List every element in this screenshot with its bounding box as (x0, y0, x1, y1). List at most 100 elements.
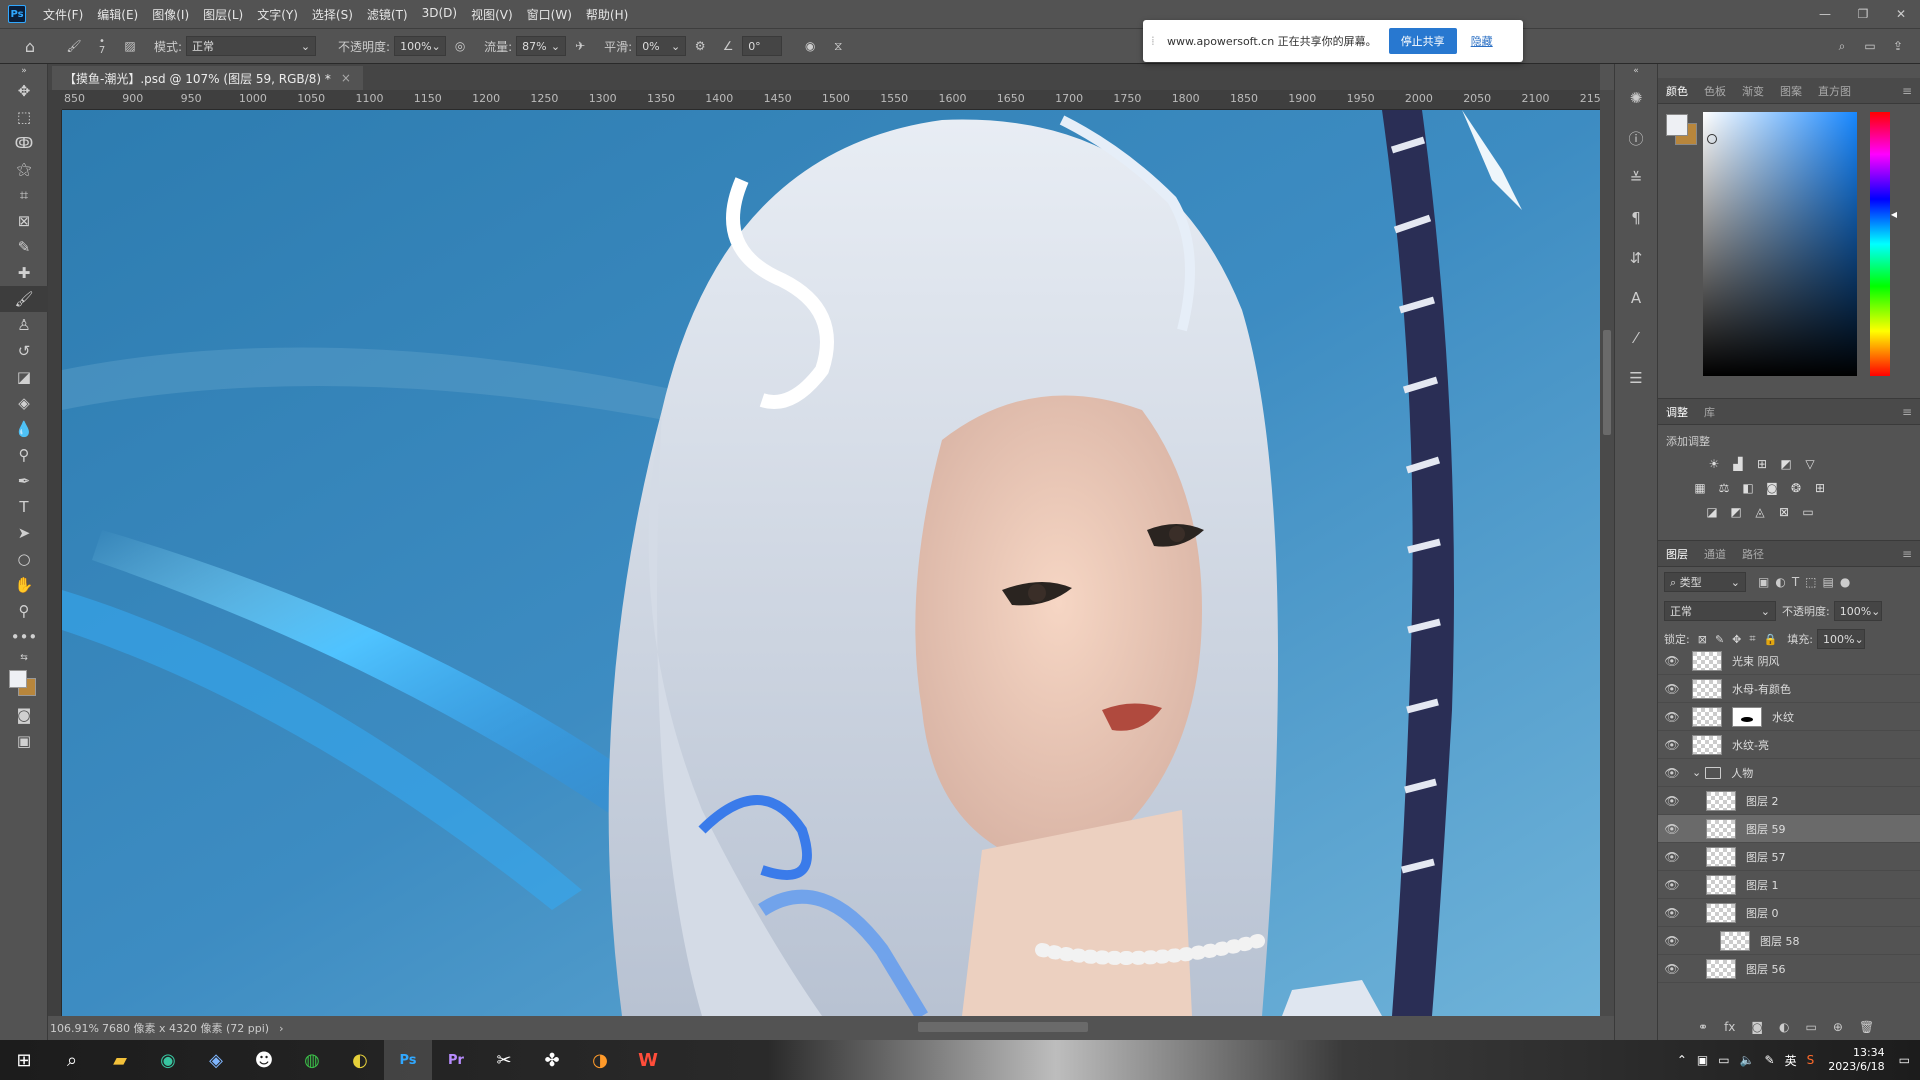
horizontal-scroll-thumb[interactable] (918, 1022, 1088, 1032)
close-icon[interactable]: ✕ (1882, 0, 1920, 28)
visibility-eye-icon[interactable]: 👁 (1658, 766, 1686, 780)
adjustment-sliders-icon[interactable]: ☰ (1615, 358, 1657, 398)
visibility-eye-icon[interactable]: 👁 (1658, 962, 1686, 976)
ellipse-tool-icon[interactable]: ○ (0, 546, 48, 572)
layer-row[interactable]: 👁screenshot_8 (1658, 983, 1920, 987)
layer-row[interactable]: 👁 图层 1 (1658, 871, 1920, 899)
panel-tab[interactable]: 路径 (1734, 546, 1772, 562)
info-icon[interactable]: ⓘ (1615, 118, 1657, 158)
document-tab[interactable]: 【摸鱼-潮光】.psd @ 107% (图层 59, RGB/8) * × (52, 66, 363, 90)
type-tool-icon[interactable]: T (0, 494, 48, 520)
opacity-field[interactable]: 100% ⌄ (394, 36, 447, 56)
gear-icon[interactable]: ⚙ (690, 36, 710, 56)
color-picker-field[interactable] (1703, 112, 1857, 376)
app-icon[interactable]: ◈ (192, 1040, 240, 1080)
layer-row[interactable]: 👁 图层 56 (1658, 955, 1920, 983)
lock-position-icon[interactable]: ✥ (1732, 633, 1741, 646)
panel-menu-icon[interactable]: ≡ (1902, 84, 1912, 98)
input-language[interactable]: 英 (1785, 1052, 1797, 1069)
photoshop-icon[interactable]: Ps (384, 1040, 432, 1080)
wps-icon[interactable]: W (624, 1040, 672, 1080)
notification-icon[interactable]: ▭ (1899, 1053, 1910, 1067)
search-icon[interactable]: ⌕ (48, 1040, 96, 1080)
filter-toggle-icon[interactable]: ● (1840, 575, 1850, 589)
edge-icon[interactable]: ◉ (144, 1040, 192, 1080)
layer-style-icon[interactable]: fx (1724, 1020, 1735, 1034)
hue-saturation-icon[interactable]: ▦ (1688, 479, 1712, 497)
premiere-icon[interactable]: Pr (432, 1040, 480, 1080)
search-icon[interactable]: ⌕ (1832, 36, 1852, 56)
history-brush-tool-icon[interactable]: ↺ (0, 338, 48, 364)
add-mask-icon[interactable]: ◙ (1751, 1020, 1763, 1034)
app3-icon[interactable]: ✤ (528, 1040, 576, 1080)
new-group-icon[interactable]: ▭ (1806, 1020, 1817, 1034)
levels-icon[interactable]: ▟ (1726, 455, 1750, 473)
clock[interactable]: 13:34 2023/6/18 (1828, 1046, 1884, 1074)
menu-item[interactable]: 滤镜(T) (360, 6, 415, 23)
layer-row[interactable]: 👁 水母-有颜色 (1658, 675, 1920, 703)
shape-filter-icon[interactable]: ⬚ (1805, 575, 1816, 589)
delete-layer-icon[interactable]: 🗑 (1859, 1020, 1874, 1034)
visibility-eye-icon[interactable]: 👁 (1658, 738, 1686, 752)
glyphs-icon[interactable]: ⇵ (1615, 238, 1657, 278)
panel-tab[interactable]: 图案 (1772, 83, 1810, 99)
brush-size-picker[interactable]: • 7 (92, 36, 112, 56)
document-info[interactable]: 7680 像素 x 4320 像素 (72 ppi) (102, 1020, 269, 1036)
layer-thumbnail[interactable] (1706, 846, 1736, 867)
qq-icon[interactable]: ☻ (240, 1040, 288, 1080)
properties-icon[interactable]: ≚ (1615, 158, 1657, 198)
layer-row[interactable]: 👁 图层 58 (1658, 927, 1920, 955)
hide-share-link[interactable]: 隐藏 (1471, 33, 1493, 49)
panel-tab[interactable]: 直方图 (1810, 83, 1859, 99)
link-layers-icon[interactable]: ⚭ (1698, 1020, 1708, 1034)
menu-item[interactable]: 窗口(W) (520, 6, 579, 23)
panel-tab[interactable]: 通道 (1696, 546, 1734, 562)
visibility-eye-icon[interactable]: 👁 (1658, 850, 1686, 864)
layer-thumbnail[interactable] (1692, 706, 1722, 727)
navigator-icon[interactable]: ✺ (1615, 78, 1657, 118)
symmetry-icon[interactable]: ⧖ (828, 36, 848, 56)
panel-tab[interactable]: 库 (1696, 404, 1723, 420)
visibility-eye-icon[interactable]: 👁 (1658, 878, 1686, 892)
curves-icon[interactable]: ⊞ (1750, 455, 1774, 473)
swap-colors-icon[interactable]: ⇆ (0, 650, 48, 666)
hue-slider[interactable]: ◀ (1870, 112, 1897, 376)
exposure-icon[interactable]: ◩ (1774, 455, 1798, 473)
vibrance-icon[interactable]: ▽ (1798, 455, 1822, 473)
lock-transparency-icon[interactable]: ⊠ (1698, 633, 1707, 646)
paint-bucket-tool-icon[interactable]: ◈ (0, 390, 48, 416)
panel-tab[interactable]: 图层 (1658, 546, 1696, 562)
foreground-color-swatch[interactable] (9, 670, 27, 688)
lock-image-icon[interactable]: ✎ (1715, 633, 1724, 646)
layer-thumbnail[interactable] (1706, 986, 1736, 987)
menu-item[interactable]: 编辑(E) (90, 6, 145, 23)
move-tool-icon[interactable]: ✥ (0, 78, 48, 104)
layer-row[interactable]: 👁 光束 阴风 (1658, 647, 1920, 675)
share-icon[interactable]: ⇪ (1888, 36, 1908, 56)
visibility-eye-icon[interactable]: 👁 (1658, 906, 1686, 920)
visibility-eye-icon[interactable]: 👁 (1658, 794, 1686, 808)
quick-mask-icon[interactable]: ◙ (0, 702, 48, 728)
dodge-tool-icon[interactable]: ⚲ (0, 442, 48, 468)
home-icon[interactable]: ⌂ (20, 36, 40, 56)
brush-settings-icon[interactable]: ▨ (120, 36, 140, 56)
healing-brush-tool-icon[interactable]: ✚ (0, 260, 48, 286)
pixel-filter-icon[interactable]: ▣ (1758, 575, 1769, 589)
new-layer-icon[interactable]: ⊕ (1833, 1020, 1843, 1034)
layer-row[interactable]: 👁 图层 2 (1658, 787, 1920, 815)
app2-icon[interactable]: ◐ (336, 1040, 384, 1080)
airbrush-icon[interactable]: ✈ (570, 36, 590, 56)
drag-handle-icon[interactable]: ⁞ (1151, 34, 1155, 48)
wechat-icon[interactable]: ◍ (288, 1040, 336, 1080)
pressure-size-icon[interactable]: ◉ (800, 36, 820, 56)
lock-artboard-icon[interactable]: ⌗ (1749, 632, 1755, 646)
threshold-icon[interactable]: ◬ (1748, 503, 1772, 521)
collapse-icon[interactable]: » (0, 64, 48, 78)
layer-filter-select[interactable]: ⌕ 类型 ⌄ (1664, 572, 1746, 592)
panel-tab[interactable]: 调整 (1658, 404, 1696, 420)
lock-all-icon[interactable]: 🔒 (1764, 633, 1778, 646)
paragraph-icon[interactable]: ¶ (1615, 198, 1657, 238)
pen-tool-icon[interactable]: ✒ (0, 468, 48, 494)
panel-tab[interactable]: 颜色 (1658, 83, 1696, 99)
adjustment-filter-icon[interactable]: ◐ (1775, 575, 1785, 589)
